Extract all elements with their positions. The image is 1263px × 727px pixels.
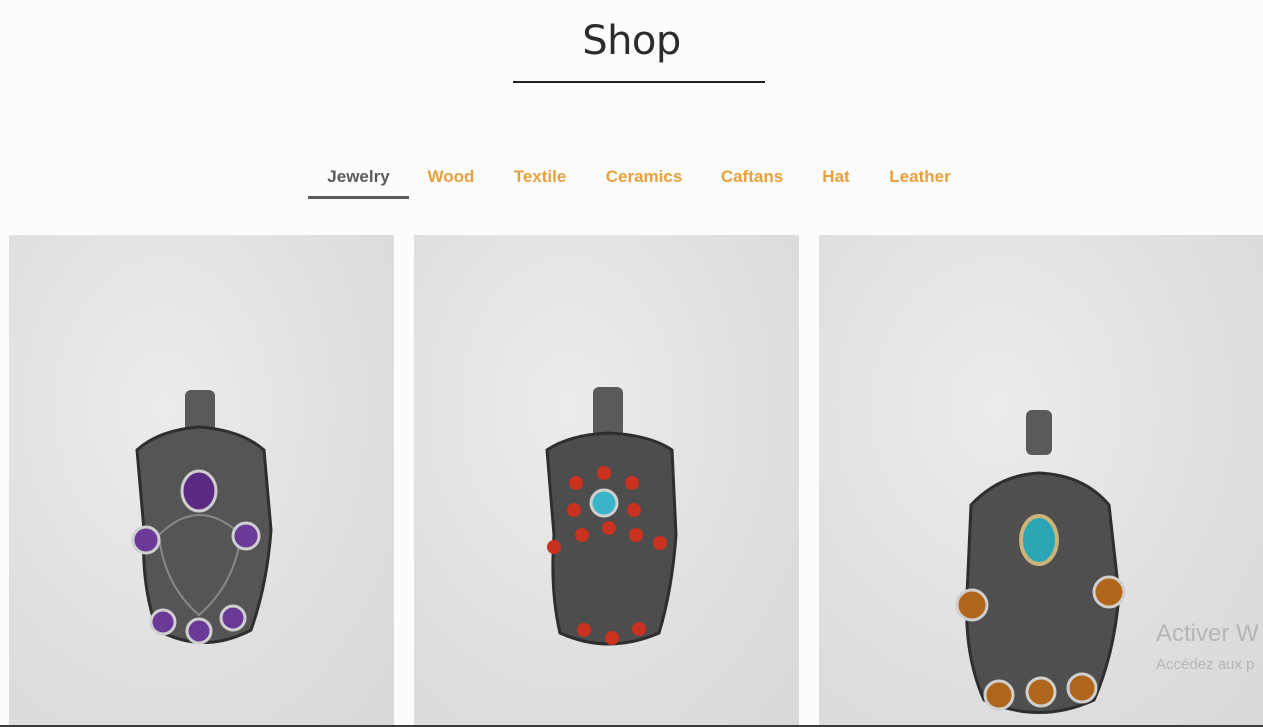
tab-caftans[interactable]: Caftans [713, 160, 791, 198]
tab-wood[interactable]: Wood [420, 160, 482, 198]
product-card[interactable] [414, 235, 799, 727]
tab-textile[interactable]: Textile [506, 160, 574, 198]
tab-leather[interactable]: Leather [881, 160, 959, 198]
category-tabs: Jewelry Wood Textile Ceramics Caftans Ha… [0, 160, 1263, 200]
title-underline [513, 81, 765, 83]
product-image [545, 387, 678, 646]
activation-watermark-title: Activer W [1156, 620, 1259, 647]
tab-hat[interactable]: Hat [814, 160, 858, 198]
product-image [131, 390, 273, 645]
tab-ceramics[interactable]: Ceramics [598, 160, 690, 198]
activation-watermark-subtitle: Accédez aux p [1156, 656, 1255, 673]
tab-jewelry[interactable]: Jewelry [308, 160, 409, 199]
product-card[interactable] [9, 235, 394, 727]
page-title: Shop [582, 18, 681, 64]
product-card[interactable] [819, 235, 1263, 727]
product-image [955, 410, 1126, 714]
